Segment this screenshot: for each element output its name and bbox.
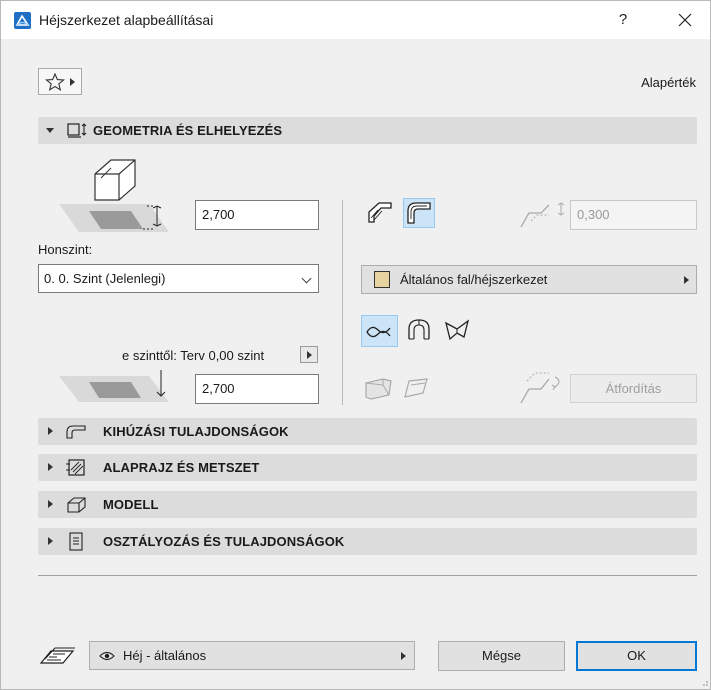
layer-selector[interactable]: Héj - általános	[89, 641, 415, 670]
ruled-shell-icon	[445, 319, 470, 341]
home-story-value: 0. 0. Szint (Jelenlegi)	[44, 271, 166, 286]
document-list-icon	[69, 532, 83, 551]
extruded-shell-icon	[366, 326, 391, 338]
home-story-label: Honszint:	[38, 242, 93, 257]
extruded-shell-button[interactable]	[361, 315, 398, 347]
bottom-height-input[interactable]: 2,700	[195, 374, 319, 404]
favorites-arrow-icon	[70, 78, 75, 86]
eye-icon	[99, 651, 115, 661]
thickness-icon	[520, 202, 565, 228]
flip-icon	[520, 372, 560, 404]
thickness-input[interactable]: 0,300	[570, 200, 697, 230]
arrow-right-icon	[307, 351, 312, 359]
section-plan-and-section[interactable]: ALAPRAJZ ÉS METSZET	[38, 454, 697, 481]
revolved-shell-icon	[408, 319, 430, 340]
geometry-section-icon	[67, 123, 87, 138]
layers-icon	[39, 647, 75, 664]
shell-curved-icon	[407, 202, 431, 224]
offset-label: e szinttől: Terv 0,00 szint	[122, 348, 265, 363]
section-label: OSZTÁLYOZÁS ÉS TULAJDONSÁGOK	[103, 534, 345, 549]
plane-shape-icon	[365, 378, 392, 400]
top-height-input[interactable]: 2,700	[195, 200, 319, 230]
cancel-button[interactable]: Mégse	[438, 641, 565, 671]
structure-value: Általános fal/héjszerkezet	[400, 272, 548, 287]
revolved-shell-button[interactable]	[403, 315, 435, 345]
shell-height-illustration	[59, 159, 169, 232]
favorites-button[interactable]	[38, 68, 82, 95]
section-label: GEOMETRIA ÉS ELHELYEZÉS	[93, 123, 283, 138]
close-icon[interactable]	[665, 7, 705, 33]
chevron-down-icon	[301, 273, 312, 284]
section-label: ALAPRAJZ ÉS METSZET	[103, 460, 260, 475]
star-icon	[45, 73, 65, 91]
archicad-app-icon	[14, 12, 31, 29]
help-button[interactable]: ?	[605, 7, 641, 33]
column-divider	[342, 200, 343, 405]
collapse-arrow-icon	[46, 128, 54, 133]
window-title: Héjszerkezet alapbeállításai	[39, 12, 214, 28]
section-label: MODELL	[103, 497, 159, 512]
arrow-right-icon	[401, 652, 406, 660]
title-bar: Héjszerkezet alapbeállításai ?	[1, 1, 710, 39]
plane-shape-alt-icon	[404, 378, 428, 398]
layer-value: Héj - általános	[123, 648, 207, 663]
dialog-window: Héjszerkezet alapbeállításai ? Alapérték…	[0, 0, 711, 690]
shape-option-1-button[interactable]	[363, 373, 395, 403]
offset-menu-button[interactable]	[300, 346, 318, 363]
ruled-shell-button[interactable]	[441, 315, 473, 345]
expand-arrow-icon	[48, 500, 53, 508]
straight-shell-button[interactable]	[365, 198, 397, 228]
section-label: KIHÚZÁSI TULAJDONSÁGOK	[103, 424, 289, 439]
shell-bottom-illustration	[59, 370, 169, 402]
shape-option-2-button[interactable]	[401, 373, 433, 403]
expand-arrow-icon	[48, 537, 53, 545]
extrusion-section-icon	[66, 425, 86, 439]
flip-button[interactable]: Átfordítás	[570, 374, 697, 403]
section-model[interactable]: MODELL	[38, 491, 697, 518]
section-classification[interactable]: OSZTÁLYOZÁS ÉS TULAJDONSÁGOK	[38, 528, 697, 555]
resize-grip-icon[interactable]	[701, 679, 709, 687]
home-story-dropdown[interactable]: 0. 0. Szint (Jelenlegi)	[38, 264, 319, 293]
expand-arrow-icon	[48, 427, 53, 435]
expand-arrow-icon	[48, 463, 53, 471]
arrow-right-icon	[684, 276, 689, 284]
shell-straight-icon	[368, 202, 392, 223]
model-section-icon	[67, 497, 86, 513]
footer-divider	[38, 575, 697, 576]
default-label: Alapérték	[641, 75, 696, 90]
section-extrusion[interactable]: KIHÚZÁSI TULAJDONSÁGOK	[38, 418, 697, 445]
section-geometry[interactable]: GEOMETRIA ÉS ELHELYEZÉS	[38, 117, 697, 144]
ok-button[interactable]: OK	[576, 641, 697, 671]
plan-section-icon	[66, 459, 85, 476]
composite-fill-icon	[374, 271, 390, 288]
structure-selector[interactable]: Általános fal/héjszerkezet	[361, 265, 697, 294]
curved-shell-button[interactable]	[403, 198, 435, 228]
